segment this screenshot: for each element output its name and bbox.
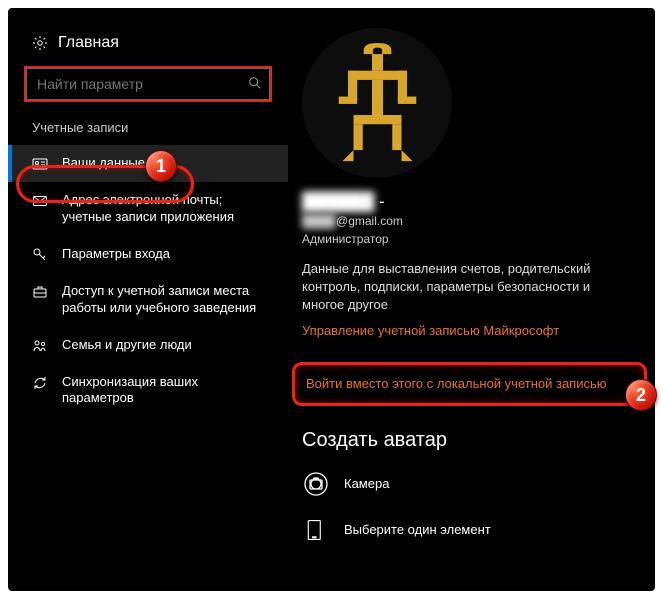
mail-icon bbox=[32, 193, 48, 209]
nav-signin-options[interactable]: Параметры входа bbox=[8, 236, 288, 273]
nav-label: Ваши данные bbox=[62, 155, 145, 172]
username-hidden: ██████ bbox=[302, 192, 374, 211]
sign-in-local-link[interactable]: Войти вместо этого с локальной учетной з… bbox=[302, 366, 631, 401]
account-description: Данные для выставления счетов, родительс… bbox=[302, 260, 631, 315]
email-domain: @gmail.com bbox=[336, 214, 403, 228]
section-label: Учетные записи bbox=[8, 114, 288, 145]
camera-label: Камера bbox=[344, 476, 389, 491]
nav-label: Семья и другие люди bbox=[62, 337, 192, 354]
nav-label: Адрес электронной почты; учетные записи … bbox=[62, 192, 264, 226]
username: ██████ - bbox=[302, 192, 631, 212]
annotation-badge-2: 2 bbox=[625, 379, 657, 411]
content-area: Главная Учетные записи Ваши данные А bbox=[8, 8, 655, 591]
nav-sync[interactable]: Синхронизация ваших параметров bbox=[8, 364, 288, 418]
camera-option[interactable]: Камера bbox=[302, 470, 631, 498]
person-card-icon bbox=[32, 156, 48, 172]
home-label: Главная bbox=[58, 34, 119, 52]
sync-icon bbox=[32, 375, 48, 391]
sidebar: Главная Учетные записи Ваши данные А bbox=[8, 8, 288, 591]
home-button[interactable]: Главная bbox=[8, 26, 288, 60]
browse-icon bbox=[302, 516, 330, 544]
gear-icon bbox=[32, 35, 48, 51]
camera-icon bbox=[302, 470, 330, 498]
briefcase-icon bbox=[32, 284, 48, 300]
avatar-glyph-icon bbox=[330, 43, 425, 163]
nav-work-access[interactable]: Доступ к учетной записи места работы или… bbox=[8, 273, 288, 327]
nav-label: Доступ к учетной записи места работы или… bbox=[62, 283, 264, 317]
nav-label: Параметры входа bbox=[62, 246, 170, 263]
username-suffix: - bbox=[374, 192, 384, 211]
manage-account-link[interactable]: Управление учетной записью Майкрософт bbox=[302, 323, 631, 338]
browse-option[interactable]: Выберите один элемент bbox=[302, 516, 631, 544]
email-hidden: ████ bbox=[302, 214, 336, 228]
nav-label: Синхронизация ваших параметров bbox=[62, 374, 264, 408]
search-icon bbox=[248, 76, 262, 95]
main-panel: ██████ - ████@gmail.com Администратор Да… bbox=[288, 8, 655, 591]
email: ████@gmail.com bbox=[302, 214, 631, 228]
avatar bbox=[302, 28, 452, 178]
create-avatar-heading: Создать аватар bbox=[302, 429, 631, 452]
search-wrap bbox=[26, 68, 270, 100]
search-input[interactable] bbox=[26, 68, 270, 100]
browse-label: Выберите один элемент bbox=[344, 522, 491, 537]
nav-family[interactable]: Семья и другие люди bbox=[8, 327, 288, 364]
key-icon bbox=[32, 247, 48, 263]
role-label: Администратор bbox=[302, 232, 631, 246]
settings-window: Главная Учетные записи Ваши данные А bbox=[8, 8, 655, 591]
people-icon bbox=[32, 338, 48, 354]
local-link-wrap: Войти вместо этого с локальной учетной з… bbox=[302, 366, 631, 401]
annotation-badge-1: 1 bbox=[145, 150, 177, 182]
nav-email-accounts[interactable]: Адрес электронной почты; учетные записи … bbox=[8, 182, 288, 236]
